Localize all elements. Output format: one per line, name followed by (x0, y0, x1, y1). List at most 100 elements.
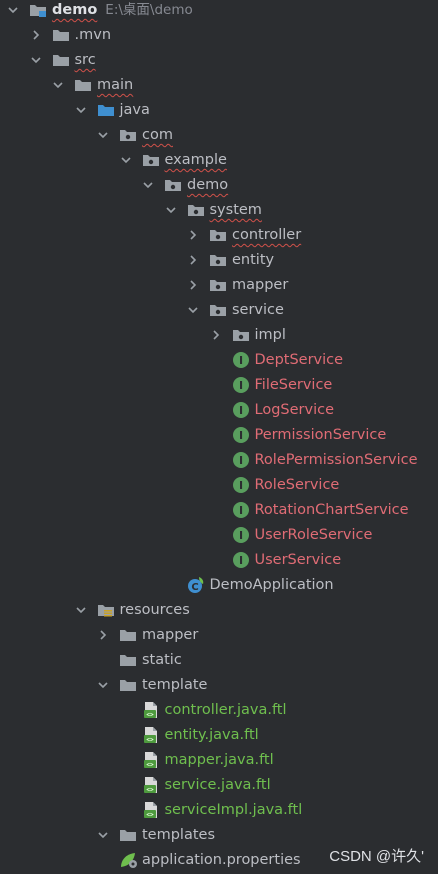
folder-icon (119, 627, 137, 643)
chevron-down-icon[interactable] (7, 0, 19, 23)
tree-item-label: mapper (232, 273, 288, 298)
tree-item-text: demo (187, 177, 229, 193)
tree-item-text: entity.java.ftl (164, 727, 259, 743)
chevron-down-icon[interactable] (120, 148, 132, 173)
svg-text:I: I (238, 504, 242, 517)
chevron-right-icon[interactable] (187, 223, 199, 248)
tree-item-java[interactable]: java (0, 98, 438, 123)
tree-item-text: RolePermissionService (254, 452, 418, 468)
tree-item-resources[interactable]: resources (0, 598, 438, 623)
tree-item-mapper-java-ftl[interactable]: <> mapper.java.ftl (0, 748, 438, 773)
tree-item-text: java (119, 102, 150, 118)
tree-item-entity[interactable]: entity (0, 248, 438, 273)
tree-item-label: serviceImpl.java.ftl (165, 798, 303, 823)
tree-item-entity-java-ftl[interactable]: <> entity.java.ftl (0, 723, 438, 748)
folder-icon (52, 27, 70, 43)
tree-item-impl[interactable]: impl (0, 323, 438, 348)
tree-item-demo[interactable]: demo (0, 173, 438, 198)
chevron-down-icon[interactable] (30, 48, 42, 73)
tree-item-userservice[interactable]: I UserService (0, 548, 438, 573)
tree-item-text: service.java.ftl (164, 777, 271, 793)
chevron-down-icon[interactable] (75, 598, 87, 623)
tree-item-src[interactable]: src (0, 48, 438, 73)
tree-item-mapper[interactable]: mapper (0, 623, 438, 648)
package-icon (164, 177, 182, 193)
chevron-right-icon[interactable] (187, 248, 199, 273)
interface-icon: I (232, 351, 250, 368)
watermark: CSDN @许久' (329, 848, 424, 865)
ftl-file-icon: <> (142, 701, 160, 719)
tree-item-label: application.properties (142, 848, 301, 873)
tree-item-text: .mvn (74, 27, 112, 43)
tree-item-label: impl (255, 323, 286, 348)
chevron-down-icon[interactable] (187, 298, 199, 323)
chevron-down-icon[interactable] (142, 173, 154, 198)
tree-item-demo[interactable]: demo E:\桌面\demo (0, 0, 438, 23)
interface-icon: I (232, 451, 250, 468)
folder-icon (74, 77, 92, 93)
tree-item-example[interactable]: example (0, 148, 438, 173)
tree-item-static[interactable]: static (0, 648, 438, 673)
tree-item-text: application.properties (142, 852, 301, 868)
tree-item-label: example (165, 148, 227, 173)
tree-item-controller-java-ftl[interactable]: <> controller.java.ftl (0, 698, 438, 723)
tree-item-demoapplication[interactable]: C DemoApplication (0, 573, 438, 598)
chevron-down-icon[interactable] (97, 673, 109, 698)
tree-item-userroleservice[interactable]: I UserRoleService (0, 523, 438, 548)
tree-item-label: entity (232, 248, 274, 273)
chevron-right-icon[interactable] (210, 323, 222, 348)
chevron-right-icon[interactable] (30, 23, 42, 48)
tree-item-rolepermissionservice[interactable]: I RolePermissionService (0, 448, 438, 473)
tree-item-permissionservice[interactable]: I PermissionService (0, 423, 438, 448)
interface-icon: I (232, 551, 250, 568)
svg-text:I: I (238, 354, 242, 367)
svg-text:<>: <> (146, 762, 154, 769)
tree-item-text: PermissionService (254, 427, 387, 443)
tree-item-text: main (97, 77, 134, 93)
tree-item-label: RotationChartService (255, 498, 409, 523)
chevron-down-icon[interactable] (97, 823, 109, 848)
tree-item-label: static (142, 648, 182, 673)
tree-item-logservice[interactable]: I LogService (0, 398, 438, 423)
tree-item-service-java-ftl[interactable]: <> service.java.ftl (0, 773, 438, 798)
chevron-down-icon[interactable] (52, 73, 64, 98)
tree-item-label: com (142, 123, 173, 148)
chevron-right-icon[interactable] (97, 623, 109, 648)
chevron-down-icon[interactable] (97, 123, 109, 148)
tree-item-com[interactable]: com (0, 123, 438, 148)
tree-item-path-hint: E:\桌面\demo (105, 2, 193, 18)
tree-item-label: java (120, 98, 150, 123)
tree-item-text: serviceImpl.java.ftl (164, 802, 303, 818)
tree-item-mvn[interactable]: .mvn (0, 23, 438, 48)
module-folder-icon (29, 2, 47, 18)
chevron-right-icon[interactable] (187, 273, 199, 298)
svg-text:I: I (238, 404, 242, 417)
tree-item-roleservice[interactable]: I RoleService (0, 473, 438, 498)
tree-item-serviceimpl-java-ftl[interactable]: <> serviceImpl.java.ftl (0, 798, 438, 823)
folder-icon (52, 52, 70, 68)
tree-item-text: UserRoleService (254, 527, 373, 543)
folder-icon (119, 677, 137, 693)
tree-item-text: static (142, 652, 182, 668)
tree-item-label: mapper.java.ftl (165, 748, 274, 773)
tree-item-label: PermissionService (255, 423, 387, 448)
chevron-down-icon[interactable] (75, 98, 87, 123)
tree-item-deptservice[interactable]: I DeptService (0, 348, 438, 373)
tree-item-label: mapper (142, 623, 198, 648)
tree-item-fileservice[interactable]: I FileService (0, 373, 438, 398)
tree-item-mapper[interactable]: mapper (0, 273, 438, 298)
tree-item-text: system (209, 202, 262, 218)
spring-boot-class-icon: C (187, 576, 205, 593)
tree-item-template[interactable]: template (0, 673, 438, 698)
tree-item-service[interactable]: service (0, 298, 438, 323)
tree-item-system[interactable]: system (0, 198, 438, 223)
chevron-down-icon[interactable] (165, 198, 177, 223)
tree-item-label: main (97, 73, 133, 98)
tree-item-controller[interactable]: controller (0, 223, 438, 248)
tree-item-text: FileService (254, 377, 333, 393)
tree-item-rotationchartservice[interactable]: I RotationChartService (0, 498, 438, 523)
svg-text:I: I (238, 479, 242, 492)
tree-item-label: demo (187, 173, 228, 198)
tree-item-main[interactable]: main (0, 73, 438, 98)
tree-item-label: system (210, 198, 262, 223)
